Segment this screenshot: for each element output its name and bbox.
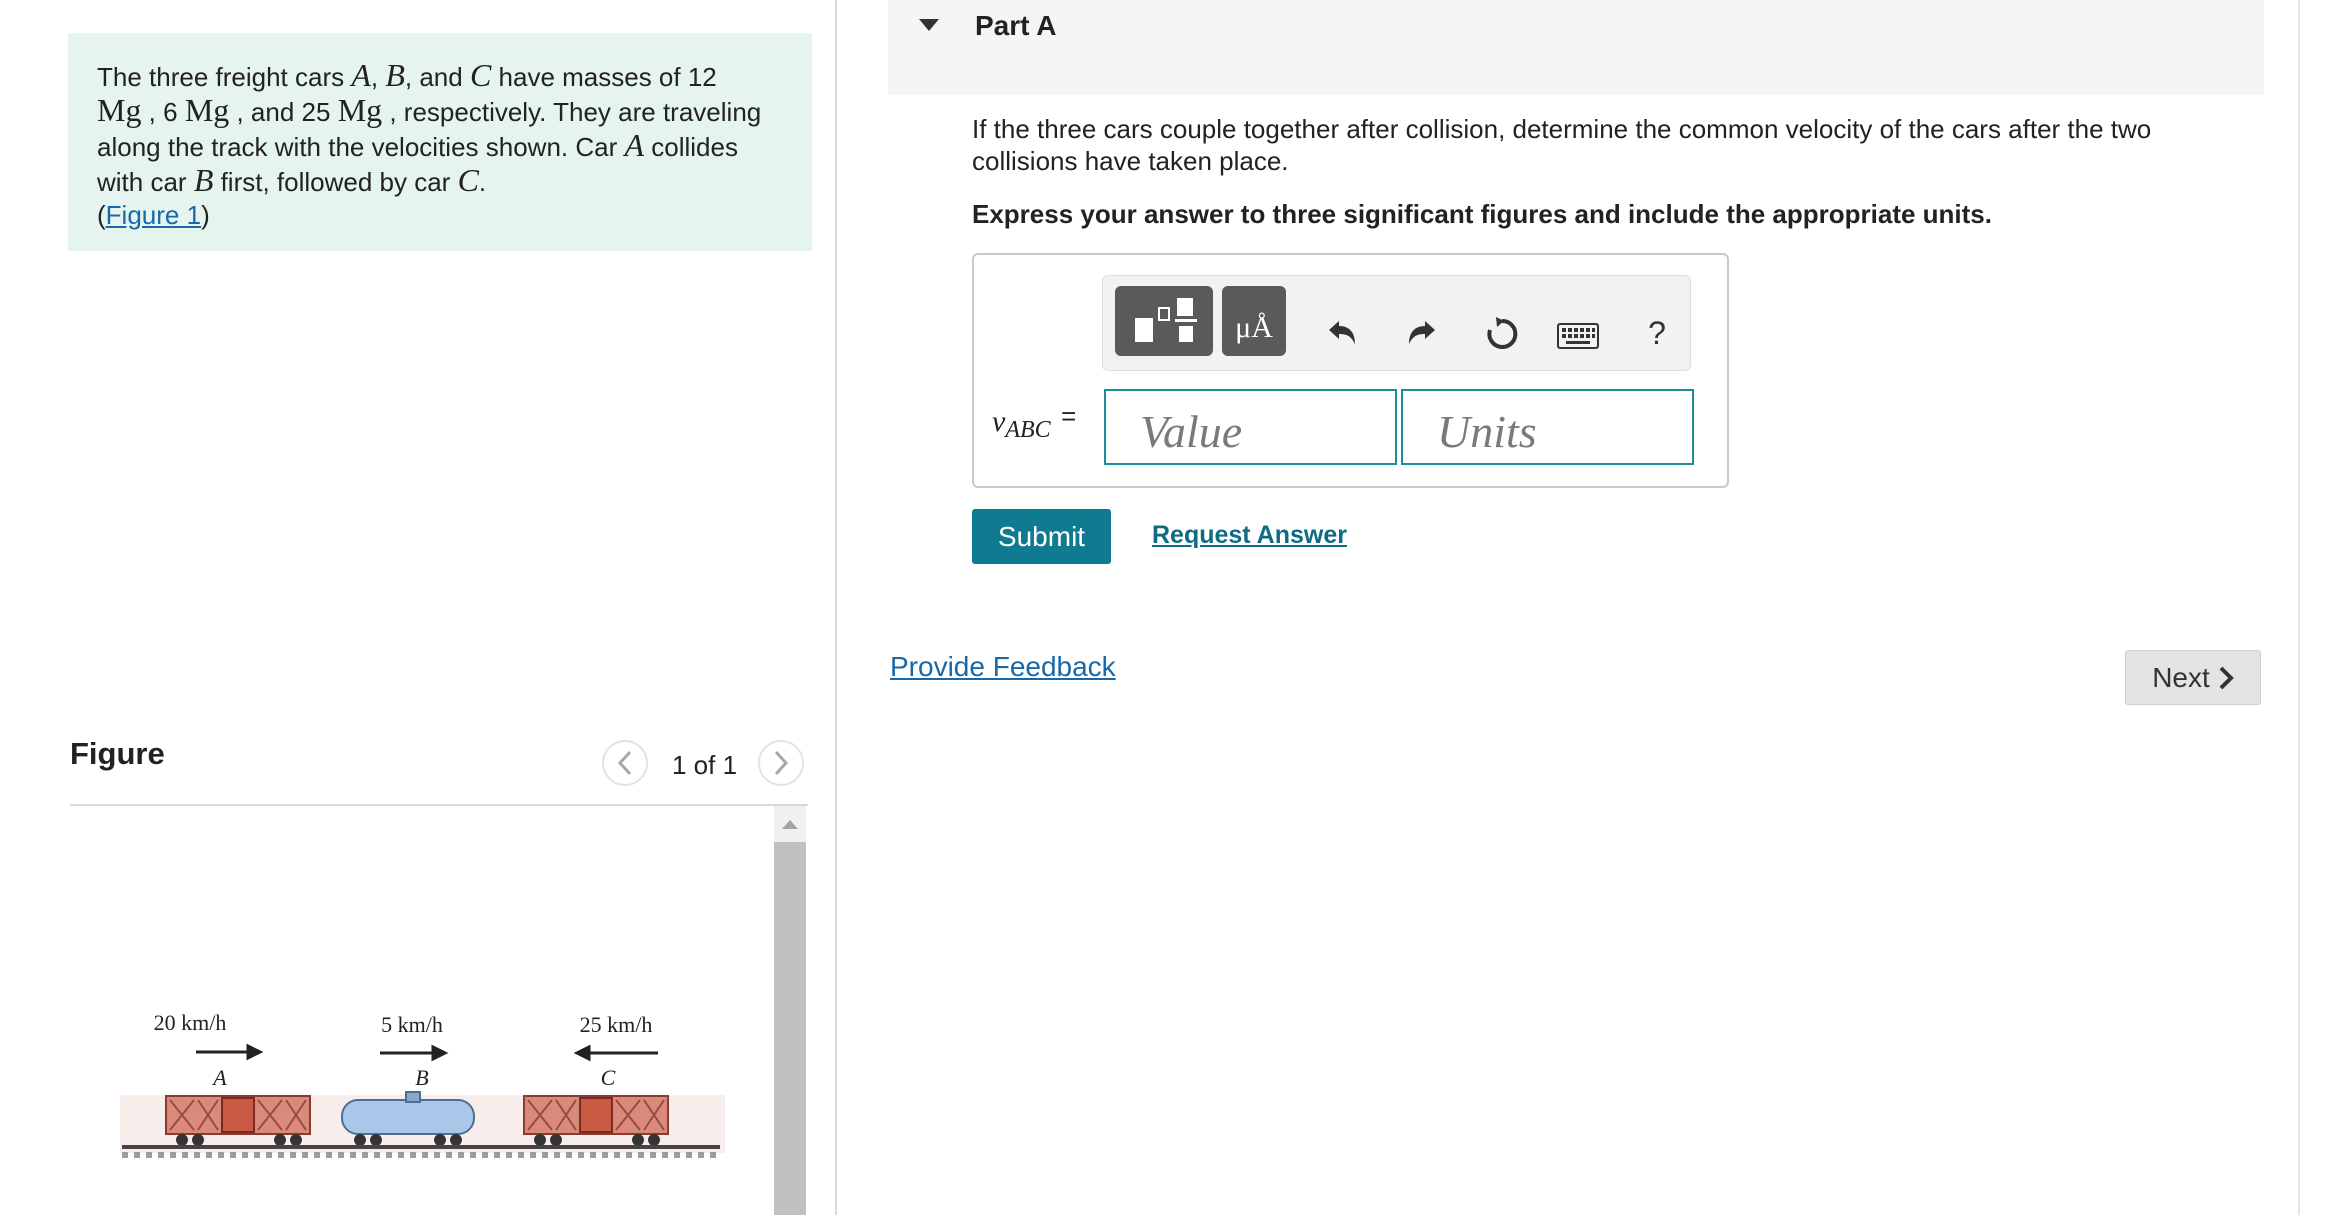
scroll-up-arrow-icon: [782, 820, 798, 829]
figure-pager-count: 1 of 1: [672, 750, 738, 780]
mu-angstrom-icon: μÅ: [1235, 311, 1273, 344]
keyboard-icon: [1557, 323, 1599, 349]
arrowhead-icon: [246, 1043, 264, 1061]
undo-button[interactable]: [1322, 313, 1362, 353]
next-button[interactable]: Next: [2125, 650, 2261, 705]
mass-unit: Mg: [337, 92, 383, 128]
car-c-symbol: C: [457, 162, 479, 198]
value-input[interactable]: [1104, 389, 1397, 465]
car-b-symbol: B: [193, 162, 214, 198]
figure-link[interactable]: Figure 1: [106, 200, 201, 230]
chevron-right-icon: [2219, 666, 2234, 689]
problem-text: collides: [644, 132, 738, 162]
symbols-button[interactable]: μÅ: [1222, 286, 1286, 356]
chevron-right-icon: [774, 750, 789, 776]
figure-prev-button[interactable]: [602, 740, 648, 786]
reset-icon: [1487, 317, 1518, 349]
car-label-a: A: [211, 1065, 227, 1090]
problem-text: first, followed by car: [213, 167, 458, 197]
request-answer-link[interactable]: Request Answer: [1152, 521, 1347, 550]
keyboard-button[interactable]: [1556, 318, 1600, 354]
speed-label-b: 5 km/h: [381, 1012, 443, 1037]
units-input[interactable]: [1401, 389, 1694, 465]
problem-text: (: [97, 200, 106, 230]
part-collapse-toggle[interactable]: [918, 18, 940, 37]
next-label: Next: [2152, 661, 2210, 693]
question-text: If the three cars couple together after …: [972, 114, 2152, 176]
problem-text: with car: [97, 167, 194, 197]
problem-text: , respectively. They are traveling: [382, 97, 762, 127]
problem-text: , and 25: [229, 97, 338, 127]
speed-label-c: 25 km/h: [580, 1012, 653, 1037]
page-scrollbar[interactable]: [2298, 0, 2300, 1215]
problem-text: have masses of 12: [491, 62, 717, 92]
problem-text: along the track with the velocities show…: [97, 132, 625, 162]
car-a-symbol: A: [351, 57, 371, 93]
figure-divider: [70, 804, 808, 806]
figure-scrollbar-thumb[interactable]: [774, 842, 806, 1215]
figure-title: Figure: [70, 736, 165, 771]
speed-label-a: 20 km/h: [154, 1010, 227, 1035]
column-divider: [835, 0, 837, 1215]
answer-variable-label: vABC =: [992, 401, 1076, 443]
redo-button[interactable]: [1402, 313, 1442, 353]
problem-text: The three freight cars: [97, 62, 352, 92]
part-header[interactable]: [888, 0, 2264, 95]
part-title: Part A: [975, 10, 1057, 41]
arrowhead-icon: [431, 1044, 449, 1062]
figure-next-button[interactable]: [758, 740, 804, 786]
reset-button[interactable]: [1481, 313, 1523, 355]
templates-button[interactable]: [1115, 286, 1213, 356]
problem-text: , and: [404, 62, 470, 92]
fraction-template-icon: [1135, 298, 1197, 342]
figure-scroll-up-button[interactable]: [774, 806, 806, 842]
variable-symbol: v: [992, 405, 1006, 438]
chevron-left-icon: [617, 750, 632, 776]
answer-instruction: Express your answer to three significant…: [972, 199, 1992, 229]
variable-subscript: ABC: [1005, 417, 1051, 443]
submit-button[interactable]: Submit: [972, 509, 1111, 564]
redo-icon: [1409, 321, 1435, 344]
problem-text: ,: [370, 62, 386, 92]
equals-sign: =: [1061, 401, 1077, 431]
car-c-symbol: C: [469, 57, 492, 93]
mass-unit: Mg: [97, 92, 142, 128]
arrowhead-icon: [573, 1044, 591, 1062]
car-label-c: C: [601, 1065, 616, 1090]
problem-statement: The three freight cars A, B, and C have …: [68, 33, 812, 251]
provide-feedback-link[interactable]: Provide Feedback: [890, 651, 1116, 683]
help-button[interactable]: ?: [1642, 312, 1672, 354]
car-b-symbol: B: [385, 57, 405, 93]
problem-text: ): [201, 200, 210, 230]
car-a-symbol: A: [624, 127, 645, 163]
caret-down-icon: [919, 19, 939, 31]
problem-text: .: [478, 167, 487, 197]
car-label-b: B: [415, 1065, 428, 1090]
mass-unit: Mg: [184, 92, 230, 128]
freight-cars-figure: 20 km/h 5 km/h 25 km/h A B C: [120, 1010, 725, 1158]
undo-icon: [1329, 321, 1355, 344]
problem-text: , 6: [141, 97, 185, 127]
